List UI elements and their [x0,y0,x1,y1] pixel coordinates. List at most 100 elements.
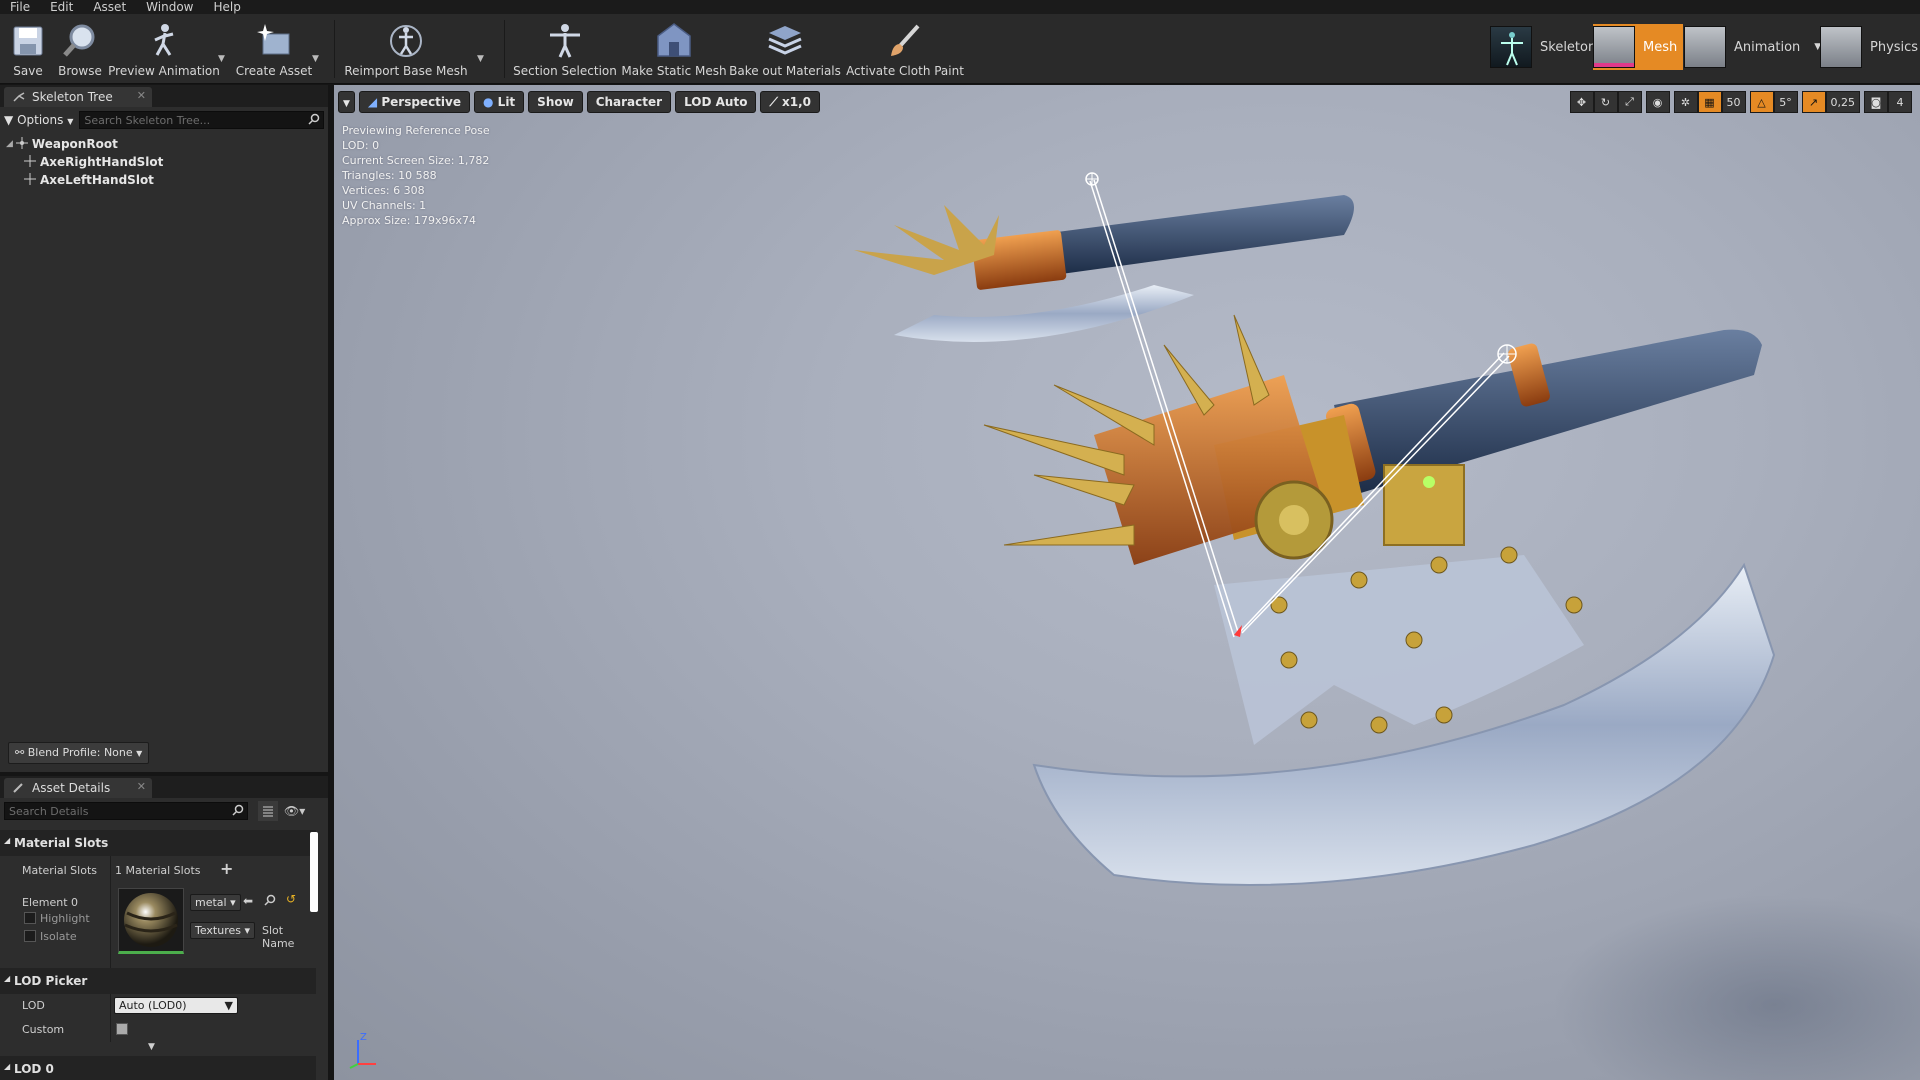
custom-lod-checkbox[interactable] [116,1023,128,1035]
tree-node-axe-left-hand-slot[interactable]: AxeLeftHandSlot [6,171,322,189]
create-asset-button[interactable]: Create Asset [236,18,312,78]
socket-icon [24,154,36,170]
section-lod-picker[interactable]: ◢ LOD Picker [0,968,316,994]
lod-select[interactable]: Auto (LOD0) ▼ [114,997,238,1014]
asset-details-tabstrip: Asset Details ✕ [0,776,328,798]
close-tab-icon[interactable]: ✕ [137,89,146,102]
material-slots-row: Material Slots 1 Material Slots + [0,856,316,886]
skeleton-search-input[interactable]: Search Skeleton Tree... [79,111,324,129]
options-dropdown[interactable]: ▼ Options ▼ [4,113,73,127]
rotation-snap-icon[interactable]: △ [1749,91,1774,113]
reimport-figure-icon [386,21,426,61]
camera-speed-value[interactable]: 4 [1888,91,1912,113]
section-lod-0[interactable]: ◢ LOD 0 [0,1056,316,1080]
browse-button[interactable]: Browse [58,18,102,78]
reset-to-default-icon[interactable]: ↺ [286,892,296,906]
grid-snap-icon[interactable]: ▦ [1697,91,1722,113]
save-button[interactable]: Save [8,18,48,78]
tree-node-weapon-root[interactable]: ◢ WeaponRoot [6,135,322,153]
skeleton-tree-tabstrip: Skeleton Tree ✕ [0,85,328,107]
mode-physics[interactable]: Physics [1820,24,1918,70]
mode-skeleton[interactable]: Skeleton [1490,24,1596,70]
details-scrollbar[interactable] [310,832,318,912]
scale-mode-icon[interactable]: ⤢ [1617,91,1642,113]
visibility-eye-icon[interactable]: 👁▾ [284,804,305,818]
scale-snap-icon[interactable]: ↗ [1801,91,1826,113]
socket-gizmo-icon[interactable] [1497,344,1517,364]
translate-mode-icon[interactable]: ✥ [1569,91,1594,113]
menu-asset[interactable]: Asset [83,0,136,14]
viewport[interactable]: ▼ ◢ Perspective ● Lit Show Character LOD… [334,85,1920,1080]
expand-advanced-row[interactable]: ▼ [0,1042,316,1056]
close-tab-icon[interactable]: ✕ [137,780,146,793]
tree-node-axe-right-hand-slot[interactable]: AxeRightHandSlot [6,153,322,171]
column-divider [110,994,111,1018]
surface-snap-icon[interactable]: ✲ [1673,91,1698,113]
viewport-options-dropdown[interactable]: ▼ [338,91,355,113]
socket-gizmo-icon[interactable] [1085,172,1099,186]
show-button[interactable]: Show [528,91,583,113]
material-selector-dropdown[interactable]: metal ▾ [190,894,241,911]
svg-text:Z: Z [360,1032,367,1043]
expand-down-arrow-icon: ▼ [148,1042,155,1052]
preview-animation-button[interactable]: Preview Animation [108,18,220,78]
menu-file[interactable]: File [0,0,40,14]
axe-scene [854,172,1920,1080]
create-asset-dropdown-icon[interactable]: ▼ [312,54,319,64]
create-asset-icon [254,21,294,61]
tab-asset-details[interactable]: Asset Details ✕ [4,778,152,798]
menu-help[interactable]: Help [203,0,250,14]
toolbar-separator [504,20,505,78]
lod-auto-button[interactable]: LOD Auto [675,91,757,113]
character-button[interactable]: Character [586,91,672,113]
expand-arrow-icon[interactable]: ◢ [6,139,13,149]
column-divider [110,886,111,968]
playback-speed-button[interactable]: ⟋ x1,0 [760,91,821,113]
list-view-icon[interactable] [258,801,278,821]
mode-mesh[interactable]: Mesh [1593,24,1684,70]
blend-profile-icon: ⚯ [15,746,25,759]
use-selected-arrow-icon[interactable]: ⬅ [243,894,253,908]
details-icon [12,782,24,797]
section-material-slots[interactable]: ◢ Material Slots [0,830,316,856]
reimport-base-mesh-button[interactable]: Reimport Base Mesh [344,18,468,78]
rotation-snap-value[interactable]: 5° [1773,91,1798,113]
details-search-input[interactable]: Search Details [4,802,248,820]
blend-profile-dropdown[interactable]: ⚯ Blend Profile: None ▼ [8,742,150,764]
camera-speed-icon[interactable]: ◙ [1864,91,1888,113]
menu-bar: File Edit Asset Window Help [0,0,1920,14]
lit-button[interactable]: ● Lit [474,91,525,113]
tab-skeleton-tree[interactable]: Skeleton Tree ✕ [4,87,152,107]
material-thumbnail[interactable] [118,888,184,954]
highlight-checkbox[interactable] [24,912,36,924]
mesh-thumbnail-icon [1593,26,1635,68]
perspective-button[interactable]: ◢ Perspective [358,91,470,113]
grid-snap-value[interactable]: 50 [1721,91,1746,113]
menu-edit[interactable]: Edit [40,0,83,14]
column-divider [110,856,111,886]
column-divider [110,1018,111,1042]
reimport-dropdown-icon[interactable]: ▼ [477,54,484,64]
toolbar-separator [334,20,335,78]
add-material-slot-icon[interactable]: + [220,859,233,878]
browse-material-search-icon[interactable] [264,894,276,909]
menu-window[interactable]: Window [136,0,203,14]
rotate-mode-icon[interactable]: ↻ [1593,91,1618,113]
axe-large [983,314,1776,886]
isolate-checkbox[interactable] [24,930,36,942]
preview-axe-small [854,195,1354,342]
mode-animation[interactable]: Animation ▼ [1684,24,1821,70]
search-icon [308,113,320,128]
make-static-mesh-button[interactable]: Make Static Mesh [621,18,727,78]
details-scroll-area: ◢ Material Slots Material Slots 1 Materi… [0,830,316,1080]
world-local-icon[interactable]: ◉ [1645,91,1670,113]
bake-out-materials-button[interactable]: Bake out Materials [729,18,841,78]
textures-dropdown[interactable]: Textures ▾ [190,922,256,939]
scale-snap-value[interactable]: 0,25 [1825,91,1860,113]
preview-animation-dropdown-icon[interactable]: ▼ [218,54,225,64]
section-selection-button[interactable]: Section Selection [513,18,617,78]
stats-line: Approx Size: 179x96x74 [342,214,476,227]
stats-line: Current Screen Size: 1,782 [342,154,490,167]
activate-cloth-paint-button[interactable]: Activate Cloth Paint [846,18,964,78]
stats-line: Previewing Reference Pose [342,124,490,137]
